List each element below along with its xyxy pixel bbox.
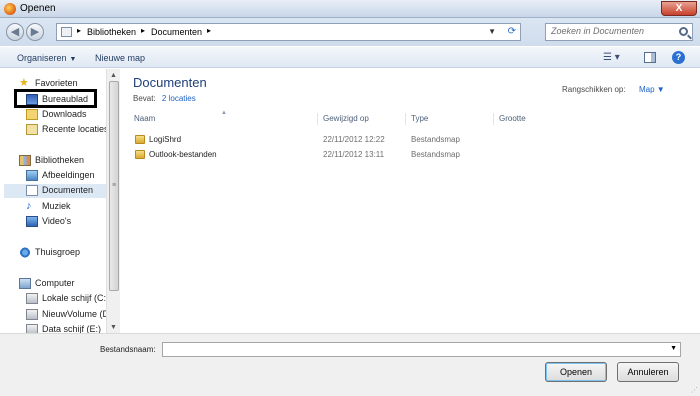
filename-label: Bestandsnaam: <box>100 345 156 354</box>
drive-icon <box>26 324 38 333</box>
column-divider[interactable] <box>493 113 494 125</box>
search-box[interactable] <box>545 23 693 41</box>
refresh-icon[interactable]: ⟳ <box>508 26 516 37</box>
file-row[interactable]: LogiShrd 22/11/2012 12:22 Bestandsmap <box>133 133 533 147</box>
scroll-thumb[interactable]: ≡ <box>109 81 119 291</box>
address-row: ◀ ▶ ▸ Bibliotheken ▸ Documenten ▸ ▼ ⟳ <box>0 18 700 46</box>
toolbar: Organiseren ▼ Nieuwe map ☰ ▾ ? <box>0 46 700 68</box>
back-button[interactable]: ◀ <box>6 23 24 41</box>
address-dropdown-icon[interactable]: ▼ <box>488 27 496 36</box>
breadcrumb-documenten[interactable]: Documenten <box>151 27 202 37</box>
nav-label: Favorieten <box>35 78 78 88</box>
view-options-icon[interactable]: ☰ ▾ <box>603 52 629 65</box>
locations-link[interactable]: 2 locaties <box>162 94 196 103</box>
library-title: Documenten <box>133 75 207 90</box>
file-name: LogiShrd <box>149 135 182 144</box>
new-folder-button[interactable]: Nieuwe map <box>95 53 145 63</box>
file-name: Outlook-bestanden <box>149 150 217 159</box>
nav-label: NieuwVolume (D <box>42 309 110 319</box>
column-header-size[interactable]: Grootte <box>499 114 526 123</box>
navigation-pane: ★ Favorieten Bureaublad Downloads Recent… <box>0 69 120 333</box>
chevron-down-icon: ▼ <box>656 85 665 94</box>
close-button[interactable]: X <box>661 1 697 16</box>
title-bar: Openen X <box>0 0 700 18</box>
preview-pane-icon[interactable] <box>644 52 656 63</box>
window-title: Openen <box>20 3 56 14</box>
filename-input[interactable] <box>166 344 661 355</box>
highlight-box <box>14 89 97 108</box>
nav-item-documenten[interactable]: Documenten <box>4 184 106 198</box>
grip-icon: ≡ <box>112 182 117 189</box>
computer-icon <box>19 278 31 289</box>
scroll-down-icon[interactable]: ▼ <box>110 324 117 331</box>
breadcrumb-separator[interactable]: ▸ <box>77 26 81 35</box>
breadcrumb-bibliotheken[interactable]: Bibliotheken <box>87 27 136 37</box>
folder-icon <box>135 150 145 159</box>
file-date: 22/11/2012 12:22 <box>323 135 385 144</box>
column-headers: Naam Gewijzigd op Type Grootte <box>121 112 700 126</box>
column-header-date[interactable]: Gewijzigd op <box>323 114 369 123</box>
address-bar[interactable]: ▸ Bibliotheken ▸ Documenten ▸ ▼ ⟳ <box>56 23 521 41</box>
nav-label: Lokale schijf (C:) <box>42 293 110 303</box>
videos-icon <box>26 216 38 227</box>
forward-button[interactable]: ▶ <box>26 23 44 41</box>
contains-label: Bevat: <box>133 94 156 103</box>
breadcrumb-separator[interactable]: ▸ <box>141 26 145 35</box>
recent-places-icon <box>26 124 38 135</box>
folder-icon <box>61 27 72 37</box>
help-icon[interactable]: ? <box>672 51 685 64</box>
music-icon: ♪ <box>26 200 32 212</box>
column-divider[interactable] <box>317 113 318 125</box>
file-type: Bestandsmap <box>411 135 460 144</box>
homegroup-icon <box>19 247 31 258</box>
resize-grip-icon[interactable]: ⋰ <box>691 386 698 394</box>
arrange-label: Rangschikken op: <box>562 85 626 94</box>
nav-label: Thuisgroep <box>35 247 81 257</box>
chevron-down-icon: ▼ <box>69 56 77 63</box>
file-row[interactable]: Outlook-bestanden 22/11/2012 13:11 Besta… <box>133 148 533 162</box>
nav-label: Bibliotheken <box>35 155 85 165</box>
documents-icon <box>26 185 38 196</box>
nav-label: Video's <box>42 216 72 226</box>
breadcrumb-separator[interactable]: ▸ <box>207 26 211 35</box>
downloads-icon <box>26 109 38 120</box>
column-header-type[interactable]: Type <box>411 114 428 123</box>
chevron-down-icon[interactable]: ▼ <box>670 345 677 352</box>
column-divider[interactable] <box>405 113 406 125</box>
libraries-icon <box>19 155 31 166</box>
filename-combobox[interactable]: ▼ <box>162 342 681 357</box>
content-pane: Documenten Bevat: 2 locaties Rangschikke… <box>121 69 700 333</box>
file-date: 22/11/2012 13:11 <box>323 150 385 159</box>
firefox-icon <box>4 3 16 15</box>
drive-icon <box>26 293 38 304</box>
pictures-icon <box>26 170 38 181</box>
nav-label: Documenten <box>42 185 94 195</box>
nav-scrollbar[interactable]: ▲ ≡ ▼ <box>106 69 120 333</box>
nav-label: Recente locaties <box>42 124 109 134</box>
organize-label: Organiseren <box>17 53 67 63</box>
arrange-value: Map <box>639 85 655 94</box>
arrange-dropdown[interactable]: Map ▼ <box>639 85 665 94</box>
file-type: Bestandsmap <box>411 150 460 159</box>
library-subtitle: Bevat: 2 locaties <box>133 94 196 103</box>
organize-button[interactable]: Organiseren ▼ <box>17 53 76 63</box>
nav-label: Downloads <box>42 109 87 119</box>
dialog-footer: Bestandsnaam: ▼ Openen Annuleren ⋰ <box>0 333 700 396</box>
column-header-name[interactable]: Naam <box>134 114 155 123</box>
nav-label: Data schijf (E:) <box>42 324 102 333</box>
folder-icon <box>135 135 145 144</box>
star-icon: ★ <box>19 77 29 89</box>
search-input[interactable] <box>551 26 671 36</box>
scroll-up-icon[interactable]: ▲ <box>110 72 117 79</box>
nav-label: Afbeeldingen <box>42 170 95 180</box>
cancel-button[interactable]: Annuleren <box>617 362 679 382</box>
open-button[interactable]: Openen <box>545 362 607 382</box>
nav-label: Muziek <box>42 201 71 211</box>
search-icon[interactable] <box>679 27 688 36</box>
drive-icon <box>26 309 38 320</box>
nav-label: Computer <box>35 278 75 288</box>
